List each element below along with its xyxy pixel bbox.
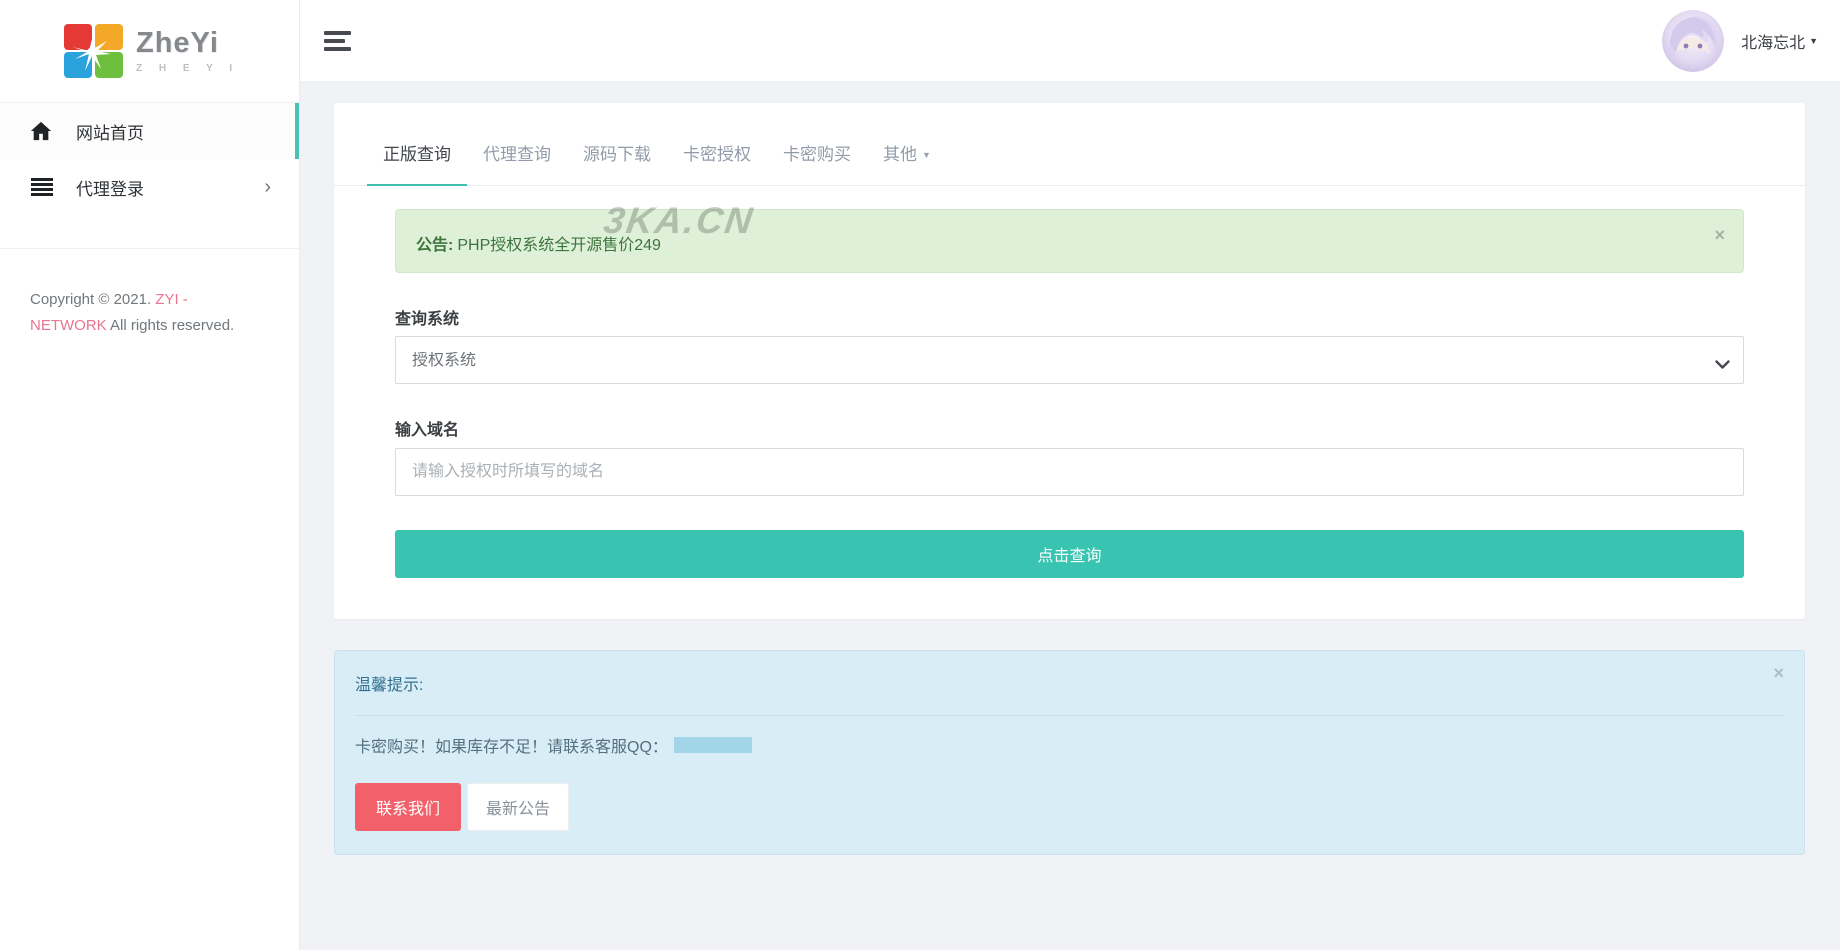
tab-card-authorize[interactable]: 卡密授权 <box>667 125 767 186</box>
announcement-alert: 公告: PHP授权系统全开源售价249 3KA.CN × <box>395 200 1744 273</box>
brand-text: ZheYi Z H E Y I <box>136 26 240 74</box>
watermark-text: 3KA.CN <box>601 200 757 241</box>
caret-down-icon: ▼ <box>922 150 931 160</box>
top-navbar: 北海忘北 ▼ <box>300 0 1840 82</box>
avatar[interactable] <box>1662 9 1725 72</box>
tab-other-label: 其他 <box>883 145 917 164</box>
tips-panel-body: 卡密购买！如果库存不足！请联系客服QQ： <box>355 733 1784 757</box>
tab-agent-query[interactable]: 代理查询 <box>467 125 567 186</box>
query-submit-button[interactable]: 点击查询 <box>395 530 1744 578</box>
sidebar: ZheYi Z H E Y I 网站首页 代理登录 › Copyright © … <box>0 0 300 950</box>
sidebar-item-agent-login[interactable]: 代理登录 › <box>0 159 299 215</box>
sidebar-item-label: 代理登录 <box>76 179 144 199</box>
username-label: 北海忘北 <box>1741 34 1806 52</box>
brand-logo[interactable]: ZheYi Z H E Y I <box>0 0 299 103</box>
copyright-prefix: Copyright © 2021. <box>30 291 156 308</box>
tab-source-download[interactable]: 源码下载 <box>567 125 667 186</box>
close-icon[interactable]: × <box>1773 664 1784 682</box>
tips-panel: 温馨提示: × 卡密购买！如果库存不足！请联系客服QQ： 联系我们 最新公告 <box>334 650 1805 855</box>
sidebar-menu: 网站首页 代理登录 › <box>0 103 299 249</box>
announcement-prefix: 公告: <box>416 237 454 254</box>
sidebar-item-home[interactable]: 网站首页 <box>0 103 299 159</box>
tips-text: 卡密购买！如果库存不足！请联系客服QQ： <box>355 739 668 756</box>
query-card: 正版查询 代理查询 源码下载 卡密授权 卡密购买 其他 ▼ 公告: PHP授权系统全… <box>334 103 1805 619</box>
tips-panel-title: 温馨提示: <box>355 677 424 694</box>
system-select-label: 查询系统 <box>395 311 460 328</box>
sidebar-item-label: 网站首页 <box>76 123 144 143</box>
contact-us-button[interactable]: 联系我们 <box>355 783 462 831</box>
qq-redacted-box <box>673 737 752 753</box>
main-content: 正版查询 代理查询 源码下载 卡密授权 卡密购买 其他 ▼ 公告: PHP授权系统全… <box>300 82 1840 950</box>
chevron-right-icon: › <box>264 176 271 198</box>
tab-card-purchase[interactable]: 卡密购买 <box>767 125 867 186</box>
system-select[interactable]: 授权系统 <box>395 336 1744 384</box>
query-card-body: 公告: PHP授权系统全开源售价249 3KA.CN × 查询系统 授权系统 输入… <box>334 186 1805 619</box>
tab-bar: 正版查询 代理查询 源码下载 卡密授权 卡密购买 其他 ▼ <box>334 103 1805 186</box>
tab-genuine-query[interactable]: 正版查询 <box>367 125 467 186</box>
copyright-suffix: All rights reserved. <box>106 317 235 335</box>
announcement-text: PHP授权系统全开源售价249 <box>457 237 661 254</box>
brand-logo-icon <box>63 23 125 79</box>
brand-subtitle: Z H E Y I <box>136 62 240 74</box>
tab-other[interactable]: 其他 ▼ <box>867 125 947 186</box>
panel-divider <box>355 715 1784 716</box>
system-select-wrap: 授权系统 <box>395 336 1744 384</box>
close-icon[interactable]: × <box>1714 226 1725 244</box>
domain-input-label: 输入域名 <box>395 422 460 439</box>
domain-input[interactable] <box>395 448 1744 496</box>
user-menu[interactable]: 北海忘北 ▼ <box>1662 9 1818 72</box>
menu-toggle-icon[interactable] <box>318 21 357 61</box>
caret-down-icon: ▼ <box>1809 35 1818 46</box>
home-icon <box>30 119 54 143</box>
brand-title: ZheYi <box>136 26 219 59</box>
panel-actions: 联系我们 最新公告 <box>355 783 1784 831</box>
latest-news-button[interactable]: 最新公告 <box>467 783 570 831</box>
copyright-text: Copyright © 2021. ZYI - NETWORK All righ… <box>0 249 299 340</box>
list-icon <box>30 175 54 199</box>
